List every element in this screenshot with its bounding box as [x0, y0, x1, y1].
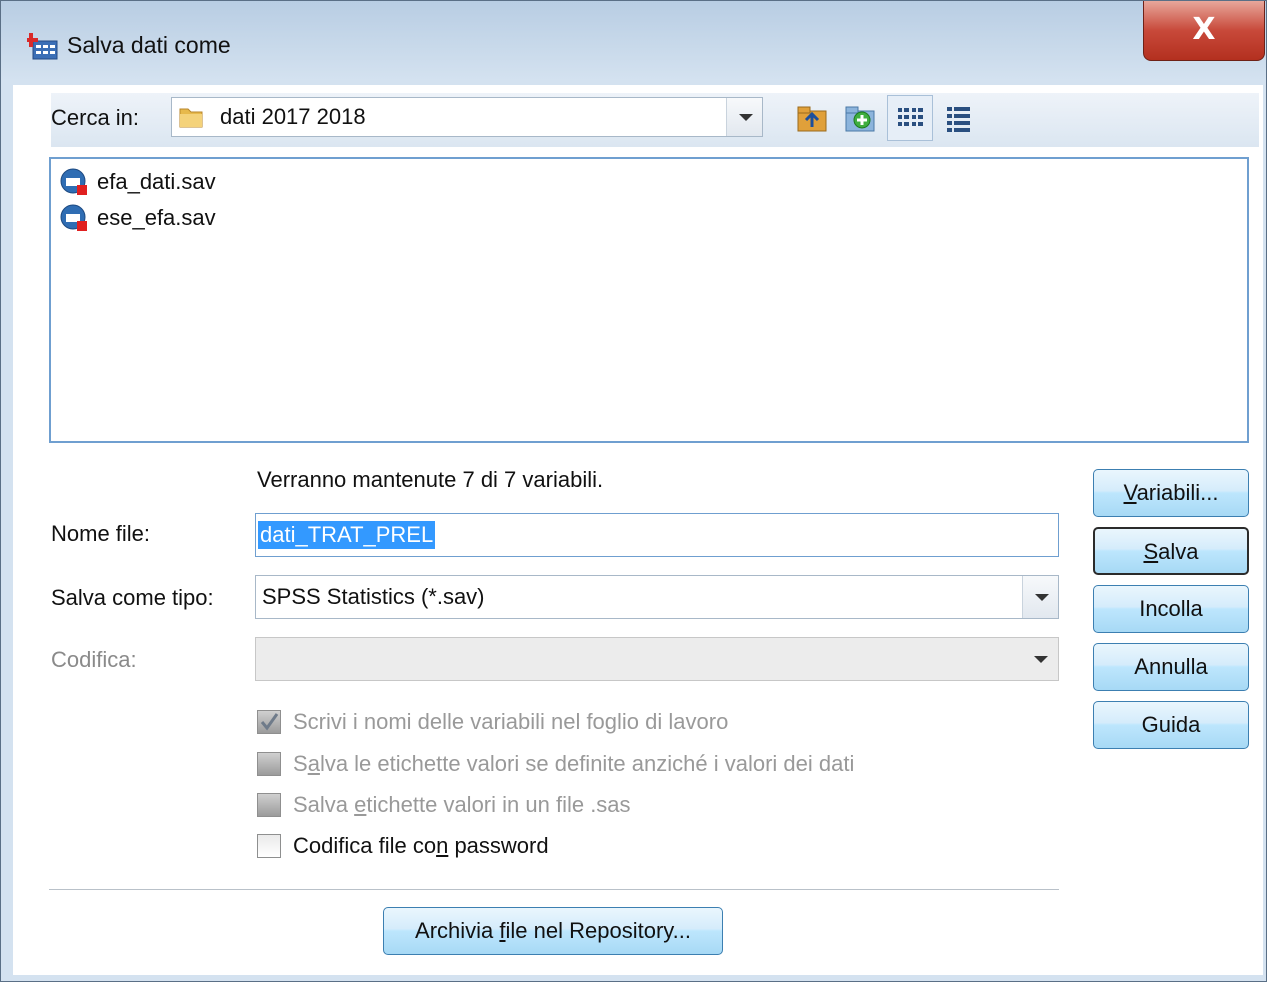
- encoding-dropdown: [255, 637, 1059, 681]
- save-type-label: Salva come tipo:: [51, 585, 214, 610]
- title-bar[interactable]: Salva dati come X: [1, 1, 1266, 85]
- look-in-label: Cerca in:: [51, 105, 140, 130]
- cancel-button[interactable]: Annulla: [1093, 643, 1249, 691]
- variables-kept-info: Verranno mantenute 7 di 7 variabili.: [257, 467, 604, 492]
- file-list[interactable]: efa_dati.sav ese_efa.sav: [49, 157, 1249, 443]
- save-type-dropdown[interactable]: SPSS Statistics (*.sav): [255, 575, 1059, 619]
- details-view-icon[interactable]: [941, 101, 975, 135]
- chevron-down-icon[interactable]: [1022, 576, 1058, 618]
- encoding-label: Codifica:: [51, 647, 137, 672]
- write-variable-names-checkbox: Scrivi i nomi delle variabili nel foglio…: [257, 707, 728, 737]
- chevron-down-icon[interactable]: [726, 98, 762, 136]
- checkbox-box: [257, 793, 281, 817]
- checkbox-box[interactable]: [257, 834, 281, 858]
- file-name-label: ese_efa.sav: [97, 205, 216, 230]
- sav-file-icon: [59, 203, 89, 233]
- file-name-label: Nome file:: [51, 521, 151, 546]
- save-button[interactable]: Salva: [1093, 527, 1249, 575]
- file-item[interactable]: efa_dati.sav: [59, 167, 216, 197]
- paste-button[interactable]: Incolla: [1093, 585, 1249, 633]
- file-name-value: dati_TRAT_PREL: [258, 521, 436, 549]
- look-in-value: dati 2017 2018: [220, 104, 366, 129]
- spss-data-icon: [24, 31, 59, 61]
- variables-button[interactable]: Variabili...: [1093, 469, 1249, 517]
- look-in-dropdown[interactable]: dati 2017 2018: [171, 97, 763, 137]
- save-type-value: SPSS Statistics (*.sav): [262, 584, 485, 609]
- save-labels-sas-checkbox: Salva etichette valori in un file .sas: [257, 790, 631, 820]
- folder-up-icon[interactable]: [795, 101, 829, 135]
- separator: [49, 889, 1059, 891]
- sav-file-icon: [59, 167, 89, 197]
- close-button[interactable]: X: [1143, 1, 1265, 61]
- checkbox-label: Codifica file con password: [293, 833, 549, 858]
- checkbox-label: Salva le etichette valori se definite an…: [293, 751, 855, 776]
- checkbox-box: [257, 752, 281, 776]
- dialog-window: Salva dati come X Cerca in: dati 2017 20…: [0, 0, 1267, 982]
- help-button[interactable]: Guida: [1093, 701, 1249, 749]
- save-value-labels-checkbox: Salva le etichette valori se definite an…: [257, 749, 854, 779]
- new-folder-icon[interactable]: [843, 101, 877, 135]
- file-name-input[interactable]: dati_TRAT_PREL: [255, 513, 1059, 557]
- repository-button[interactable]: Archivia file nel Repository...: [383, 907, 723, 955]
- list-view-icon[interactable]: [887, 95, 933, 141]
- checkbox-label: Scrivi i nomi delle variabili nel foglio…: [293, 709, 729, 734]
- folder-icon: [178, 104, 204, 135]
- dialog-title: Salva dati come: [67, 32, 231, 58]
- dialog-client-area: Cerca in: dati 2017 2018 efa_dati.sav es…: [13, 85, 1263, 975]
- file-item[interactable]: ese_efa.sav: [59, 203, 216, 233]
- chevron-down-icon: [1022, 638, 1058, 680]
- encrypt-password-checkbox[interactable]: Codifica file con password: [257, 831, 549, 861]
- file-name-label: efa_dati.sav: [97, 169, 216, 194]
- checkbox-label: Salva etichette valori in un file .sas: [293, 792, 631, 817]
- checkbox-box: [257, 710, 281, 734]
